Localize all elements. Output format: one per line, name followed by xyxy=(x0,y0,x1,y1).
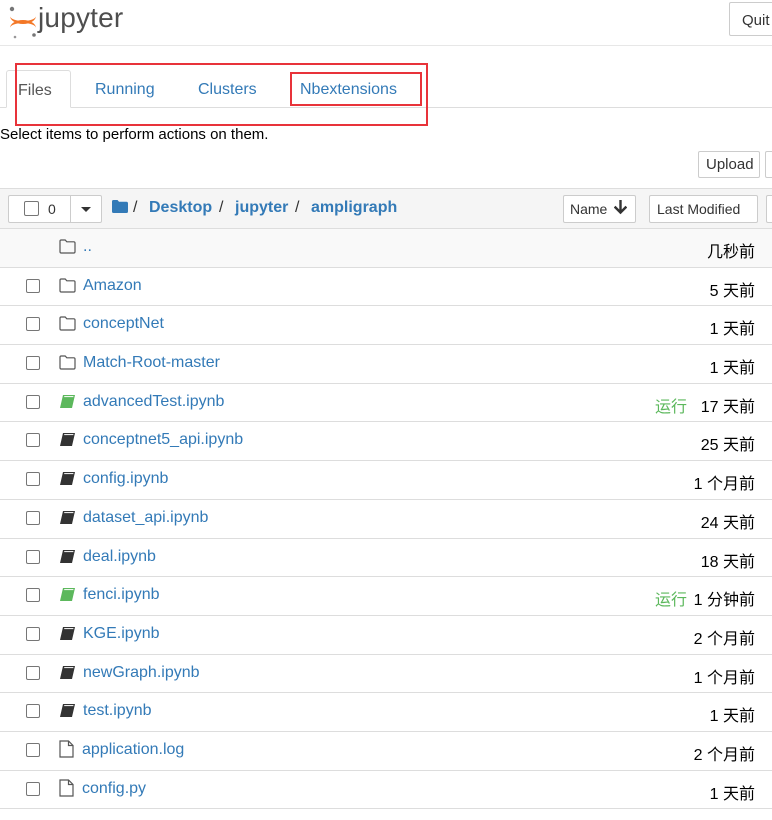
row-checkbox[interactable] xyxy=(26,588,40,603)
last-modified: 几秒前 xyxy=(706,244,755,261)
last-modified: 1 天前 xyxy=(709,785,755,803)
file-icon xyxy=(59,740,74,762)
notebook-running-icon xyxy=(59,394,76,413)
select-all-checkbox[interactable] xyxy=(24,201,39,216)
notebook-icon xyxy=(59,703,76,722)
breadcrumb-ampligraph[interactable]: ampligraph xyxy=(311,199,397,217)
last-modified: 1 分钟前 xyxy=(693,592,755,610)
row-checkbox[interactable] xyxy=(26,781,40,796)
breadcrumb-separator: / xyxy=(219,199,224,216)
file-name-link[interactable]: config.py xyxy=(82,780,146,798)
row-checkbox[interactable] xyxy=(26,549,40,564)
select-divider xyxy=(70,195,71,223)
last-modified: 1 个月前 xyxy=(693,476,755,494)
row-checkbox[interactable] xyxy=(26,278,40,293)
notebook-icon xyxy=(59,665,76,684)
file-row[interactable]: newGraph.ipynb 1 个月前 xyxy=(0,655,772,694)
breadcrumb-separator: / xyxy=(295,199,300,216)
folder-icon xyxy=(59,355,76,374)
folder-icon[interactable] xyxy=(112,200,128,213)
file-row[interactable]: application.log 2 个月前 xyxy=(0,732,772,771)
last-modified: 2 个月前 xyxy=(693,630,755,648)
last-modified: 18 天前 xyxy=(700,553,755,571)
file-row[interactable]: .. 几秒前 xyxy=(0,229,772,268)
last-modified: 1 天前 xyxy=(709,708,755,726)
file-name-link[interactable]: .. xyxy=(83,238,92,256)
breadcrumb-separator: / xyxy=(133,199,138,216)
file-row[interactable]: KGE.ipynb 2 个月前 xyxy=(0,616,772,655)
running-indicator: 运行 xyxy=(654,592,687,610)
annotation-highlight-nbextensions xyxy=(290,72,422,106)
file-name-link[interactable]: fenci.ipynb xyxy=(83,586,160,604)
file-row[interactable]: Match-Root-master 1 天前 xyxy=(0,345,772,384)
row-checkbox[interactable] xyxy=(26,626,40,641)
file-name-link[interactable]: advancedTest.ipynb xyxy=(83,393,224,411)
file-name-link[interactable]: Match-Root-master xyxy=(83,354,220,372)
breadcrumb-jupyter[interactable]: jupyter xyxy=(235,199,288,217)
notebook-icon xyxy=(59,626,76,645)
row-checkbox[interactable] xyxy=(26,665,40,680)
quit-button[interactable]: Quit xyxy=(729,2,772,36)
file-name-link[interactable]: newGraph.ipynb xyxy=(83,664,200,682)
row-checkbox[interactable] xyxy=(26,394,40,409)
row-checkbox[interactable] xyxy=(26,356,40,371)
folder-icon xyxy=(59,278,76,297)
selected-count: 0 xyxy=(48,201,56,217)
notebook-icon xyxy=(59,549,76,568)
file-name-link[interactable]: conceptNet xyxy=(83,315,164,333)
file-row[interactable]: fenci.ipynb 运行 1 分钟前 xyxy=(0,577,772,616)
last-modified: 1 天前 xyxy=(709,321,755,339)
arrow-down-icon xyxy=(614,200,627,215)
file-row[interactable]: test.ipynb 1 天前 xyxy=(0,693,772,732)
file-name-link[interactable]: deal.ipynb xyxy=(83,548,156,566)
last-modified: 24 天前 xyxy=(700,514,755,532)
sort-by-size-button[interactable] xyxy=(766,195,772,223)
sort-by-modified-button[interactable]: Last Modified xyxy=(649,195,758,223)
folder-icon xyxy=(59,316,76,335)
new-button[interactable] xyxy=(765,151,772,178)
file-row[interactable]: Amazon 5 天前 xyxy=(0,268,772,307)
file-row[interactable]: deal.ipynb 18 天前 xyxy=(0,539,772,578)
file-icon xyxy=(59,779,74,801)
row-checkbox[interactable] xyxy=(26,317,40,332)
file-row[interactable]: conceptNet 1 天前 xyxy=(0,306,772,346)
sort-name-label: Name xyxy=(570,201,608,217)
notebook-icon xyxy=(59,510,76,529)
row-checkbox[interactable] xyxy=(26,433,40,448)
breadcrumb-desktop[interactable]: Desktop xyxy=(149,199,212,217)
notebook-icon xyxy=(59,432,76,451)
notebook-running-icon xyxy=(59,587,76,606)
file-row[interactable]: conceptnet5_api.ipynb 25 天前 xyxy=(0,422,772,462)
last-modified: 5 天前 xyxy=(709,282,755,300)
last-modified: 1 个月前 xyxy=(693,669,755,687)
logo-text: jupyter xyxy=(38,2,124,33)
row-checkbox[interactable] xyxy=(26,742,40,757)
chevron-down-icon[interactable] xyxy=(81,207,91,212)
folder-icon xyxy=(59,239,76,258)
file-row[interactable]: config.py 1 天前 xyxy=(0,771,772,810)
last-modified: 1 天前 xyxy=(709,360,755,378)
file-list: .. 几秒前 Amazon 5 天前 conceptNet 1 天前 Match-Root-… xyxy=(0,229,772,810)
header-divider xyxy=(0,45,772,46)
file-name-link[interactable]: test.ipynb xyxy=(83,702,151,720)
selection-hint: Select items to perform actions on them. xyxy=(0,126,269,143)
file-name-link[interactable]: dataset_api.ipynb xyxy=(83,509,208,527)
file-row[interactable]: config.ipynb 1 个月前 xyxy=(0,461,772,500)
file-row[interactable]: dataset_api.ipynb 24 天前 xyxy=(0,500,772,539)
file-name-link[interactable]: conceptnet5_api.ipynb xyxy=(83,431,243,449)
last-modified: 17 天前 xyxy=(700,398,755,416)
file-row[interactable]: advancedTest.ipynb 运行 17 天前 xyxy=(0,384,772,423)
row-checkbox[interactable] xyxy=(26,704,40,719)
file-name-link[interactable]: KGE.ipynb xyxy=(83,625,159,643)
file-name-link[interactable]: config.ipynb xyxy=(83,470,168,488)
notebook-icon xyxy=(59,471,76,490)
row-checkbox[interactable] xyxy=(26,472,40,487)
row-checkbox[interactable] xyxy=(26,510,40,525)
last-modified: 2 个月前 xyxy=(693,746,755,764)
running-indicator: 运行 xyxy=(654,398,687,416)
last-modified: 25 天前 xyxy=(700,437,755,455)
file-name-link[interactable]: application.log xyxy=(82,741,184,759)
file-name-link[interactable]: Amazon xyxy=(83,277,142,295)
upload-button[interactable]: Upload xyxy=(698,151,760,178)
